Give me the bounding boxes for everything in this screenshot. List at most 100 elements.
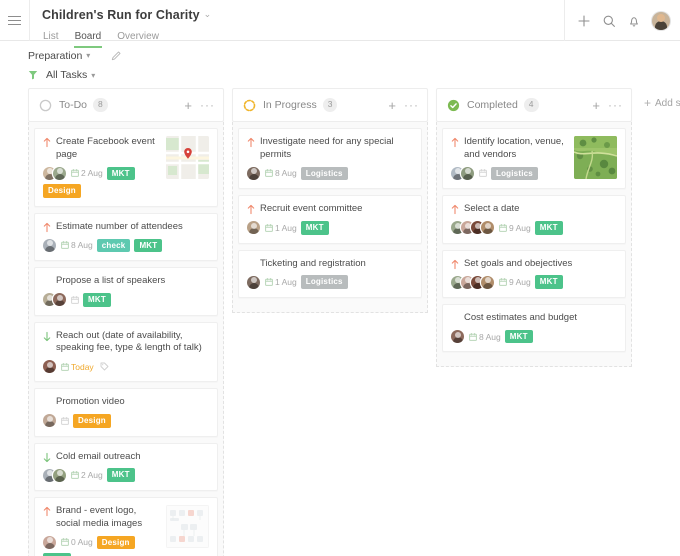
due-date[interactable]: Today xyxy=(61,362,94,372)
avatar[interactable] xyxy=(43,535,56,549)
page-title: Children's Run for Charity xyxy=(42,8,200,22)
task-meta: 9 Aug MKT xyxy=(451,275,617,290)
avatar[interactable] xyxy=(652,11,670,30)
task-card[interactable]: Reach out (date of availability, speakin… xyxy=(34,321,218,383)
task-card[interactable]: Propose a list of speakers MKT xyxy=(34,267,218,316)
column-menu-button[interactable]: ··· xyxy=(608,99,623,111)
avatar[interactable] xyxy=(53,293,66,307)
task-card[interactable]: Investigate need for any special permits… xyxy=(238,128,422,190)
task-card[interactable]: Create Facebook event page 2 Aug MKT Desig… xyxy=(34,128,218,207)
tag[interactable]: Logistics xyxy=(300,166,348,181)
due-date[interactable]: 8 Aug xyxy=(469,332,501,342)
avatar[interactable] xyxy=(43,360,56,374)
due-date[interactable]: 0 Aug xyxy=(61,537,93,547)
due-date[interactable]: 9 Aug xyxy=(499,223,531,233)
tab-board[interactable]: Board xyxy=(73,29,103,48)
tag[interactable]: Logistics xyxy=(300,275,348,290)
task-card[interactable]: Ticketing and registration 1 Aug Logistic… xyxy=(238,249,422,299)
avatar[interactable] xyxy=(481,275,494,289)
tab-overview[interactable]: Overview xyxy=(116,29,160,48)
add-icon[interactable] xyxy=(577,14,591,28)
task-meta: 0 AugDesignMKT xyxy=(43,535,160,556)
avatar[interactable] xyxy=(247,166,260,180)
calendar-icon xyxy=(71,471,79,480)
add-status-button[interactable]: + Add st xyxy=(644,96,680,110)
avatar[interactable] xyxy=(43,238,56,252)
pencil-icon[interactable] xyxy=(110,49,123,62)
column-menu-button[interactable]: ··· xyxy=(404,99,419,111)
due-date[interactable]: 2 Aug xyxy=(71,470,103,480)
due-date[interactable]: 8 Aug xyxy=(61,240,93,250)
due-date[interactable]: 2 Aug xyxy=(71,168,103,178)
notifications-icon[interactable] xyxy=(627,14,641,28)
add-task-button[interactable]: + xyxy=(592,99,600,112)
board-column-in-progress: In Progress 3 + ··· Investigate need for… xyxy=(232,88,428,314)
tag[interactable]: MKT xyxy=(300,221,329,235)
avatar[interactable] xyxy=(247,275,260,289)
tag[interactable]: MKT xyxy=(106,166,135,181)
wireframe-thumbnail[interactable] xyxy=(166,505,209,549)
task-title: Cost estimates and budget xyxy=(464,312,578,324)
task-meta: MKT xyxy=(43,293,209,307)
chevron-down-icon[interactable]: ⌄ xyxy=(204,9,212,20)
tag[interactable]: MKT xyxy=(504,329,533,344)
task-meta: Logistics xyxy=(451,166,568,181)
top-bar: Children's Run for Charity ⌄ List Board O… xyxy=(0,0,680,48)
assignees xyxy=(43,414,56,428)
view-selector[interactable]: Preparation ▾ xyxy=(28,50,90,62)
tag[interactable]: Design xyxy=(96,535,135,550)
task-card[interactable]: Set goals and obejectives 9 Aug MKT xyxy=(442,249,626,299)
assignees xyxy=(451,330,464,344)
tag[interactable]: check xyxy=(96,238,131,253)
avatar[interactable] xyxy=(53,468,66,482)
due-date-label: 1 Aug xyxy=(275,222,297,233)
task-card[interactable]: Identify location, venue, and vendors Lo… xyxy=(442,128,626,190)
column-count: 8 xyxy=(93,98,108,112)
column-title: In Progress xyxy=(263,99,317,111)
view-selector-label: Preparation xyxy=(28,49,83,62)
task-card[interactable]: Brand - event logo, social media images … xyxy=(34,497,218,556)
hamburger-icon[interactable] xyxy=(0,0,30,41)
task-card[interactable]: Recruit event committee 1 Aug MKT xyxy=(238,195,422,244)
avatar[interactable] xyxy=(43,414,56,428)
task-card[interactable]: Promotion video Design xyxy=(34,388,218,437)
due-date[interactable]: 1 Aug xyxy=(265,223,297,233)
due-date[interactable] xyxy=(479,169,487,178)
task-card[interactable]: Estimate number of attendees 8 Aug check M… xyxy=(34,212,218,262)
tag[interactable]: MKT xyxy=(83,293,111,307)
add-task-button[interactable]: + xyxy=(388,99,396,112)
add-task-button[interactable]: + xyxy=(184,99,192,112)
task-filter[interactable]: All Tasks ▾ xyxy=(46,69,95,81)
tag[interactable]: Logistics xyxy=(491,166,538,181)
task-card[interactable]: Cold email outreach 2 Aug MKT xyxy=(34,442,218,492)
avatar[interactable] xyxy=(451,330,464,344)
task-card[interactable]: Cost estimates and budget 8 Aug MKT xyxy=(442,304,626,353)
due-date[interactable] xyxy=(61,416,69,425)
avatar[interactable] xyxy=(247,221,260,235)
tag[interactable]: Design xyxy=(73,414,111,428)
due-date[interactable]: 8 Aug xyxy=(265,168,297,178)
tag[interactable]: Design xyxy=(43,184,81,198)
task-meta: 8 Aug Logistics xyxy=(247,166,413,181)
avatar[interactable] xyxy=(461,166,474,180)
avatar[interactable] xyxy=(481,221,494,235)
avatar[interactable] xyxy=(53,166,66,180)
tag[interactable]: MKT xyxy=(134,238,163,253)
tag[interactable]: MKT xyxy=(534,275,563,290)
tab-list[interactable]: List xyxy=(42,29,60,48)
search-icon[interactable] xyxy=(602,14,616,28)
calendar-icon xyxy=(479,169,487,178)
satellite-thumbnail[interactable] xyxy=(574,136,617,179)
task-card[interactable]: Select a date 9 Aug MKT xyxy=(442,195,626,244)
map-thumbnail[interactable] xyxy=(166,136,209,179)
due-date[interactable]: 9 Aug xyxy=(499,277,531,287)
tag[interactable]: MKT xyxy=(106,468,135,483)
due-date[interactable]: 1 Aug xyxy=(265,277,297,287)
priority-high-icon xyxy=(43,222,51,232)
tag[interactable]: MKT xyxy=(534,221,563,235)
column-actions: + ··· xyxy=(184,99,215,112)
task-title-row: Create Facebook event page xyxy=(43,136,160,162)
task-title: Promotion video xyxy=(56,396,125,408)
column-menu-button[interactable]: ··· xyxy=(200,99,215,111)
due-date[interactable] xyxy=(71,295,79,304)
